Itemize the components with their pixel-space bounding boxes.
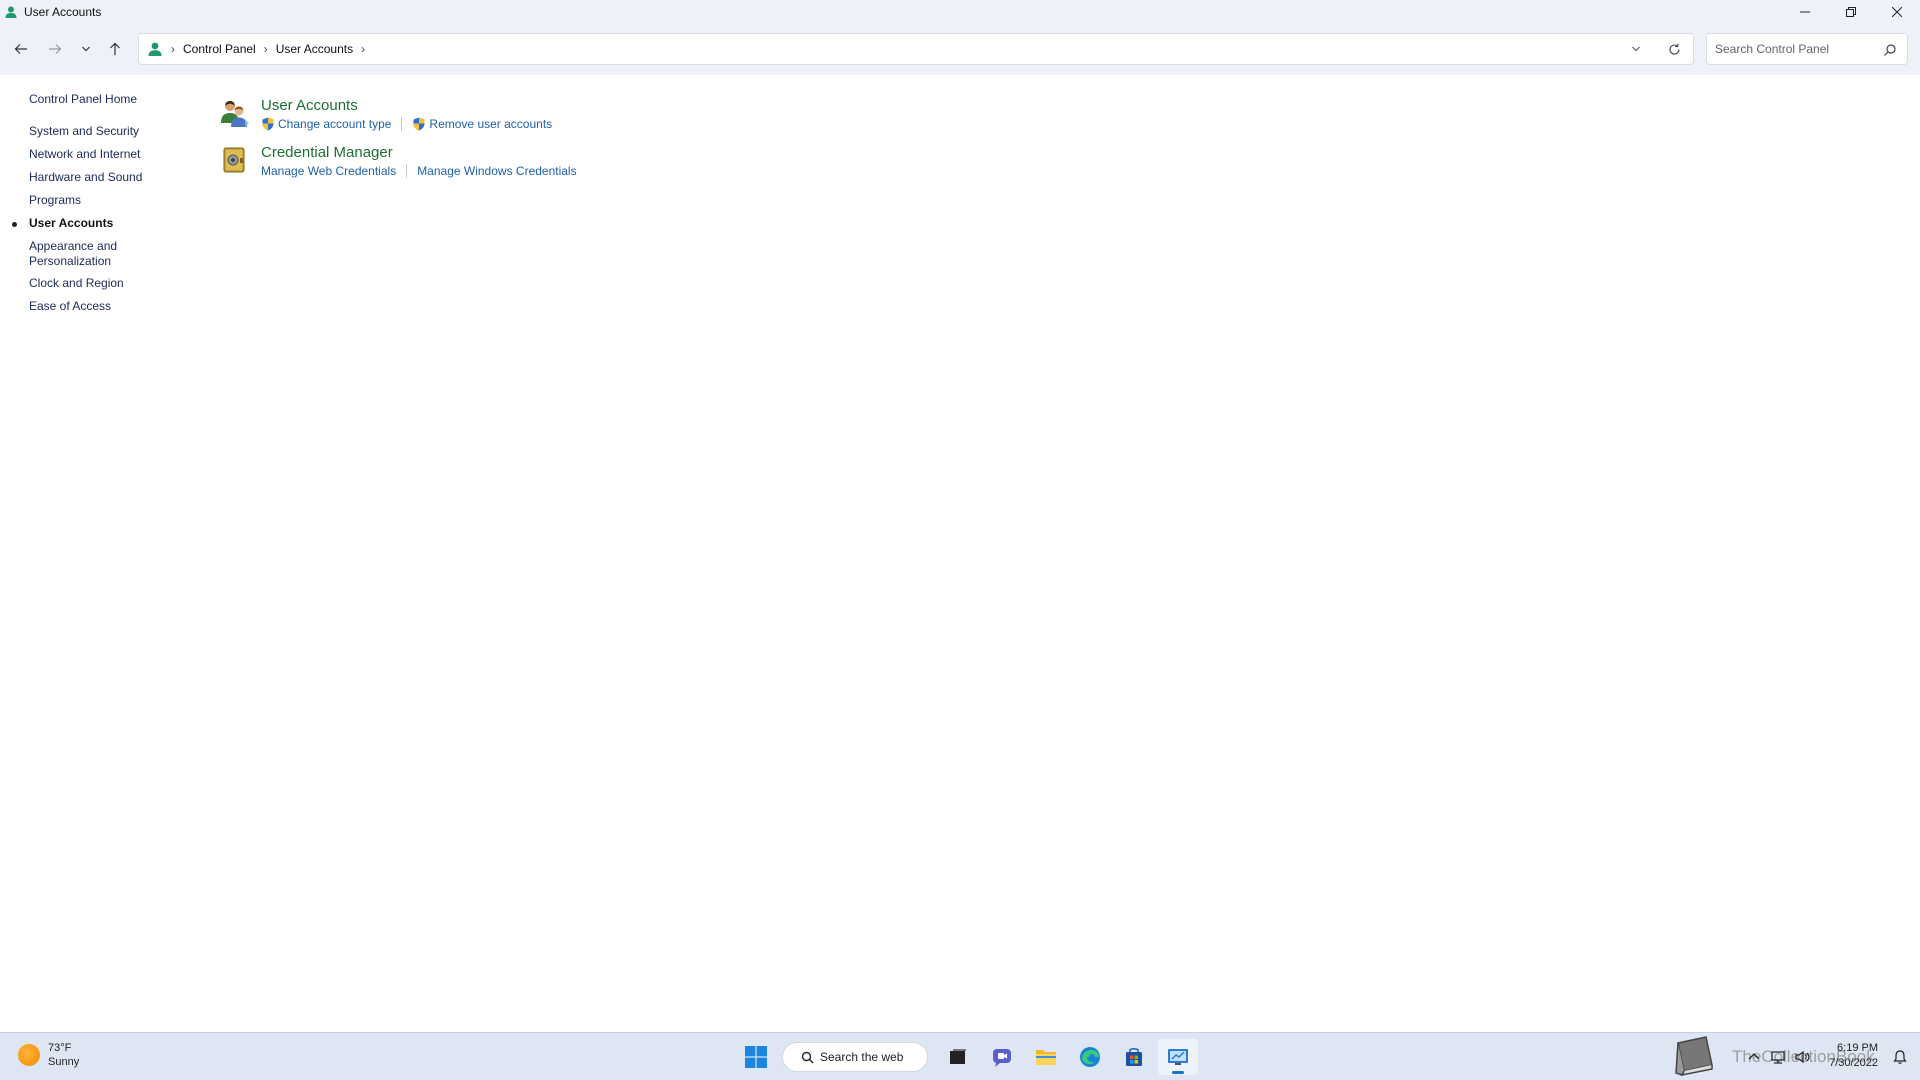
control-panel-icon [1168, 1049, 1188, 1065]
teams-chat-button[interactable] [982, 1039, 1022, 1075]
microsoft-store-button[interactable] [1114, 1039, 1154, 1075]
refresh-icon [1668, 43, 1680, 55]
address-bar-controls [1617, 34, 1693, 64]
breadcrumb-separator[interactable]: › [264, 42, 268, 56]
users-icon[interactable] [218, 97, 250, 129]
windows-logo-icon [745, 1046, 767, 1068]
store-icon [1126, 1048, 1142, 1066]
weather-text: 73°F Sunny [48, 1041, 79, 1069]
link-divider [401, 117, 403, 131]
change-account-type-link[interactable]: Change account type [261, 117, 391, 131]
forward-button[interactable] [43, 37, 67, 61]
close-button[interactable] [1874, 0, 1920, 23]
taskbar-clock[interactable]: 6:19 PM 7/30/2022 [1829, 1041, 1878, 1071]
user-accounts-icon [5, 6, 17, 18]
sidebar-item-programs[interactable]: Programs [29, 193, 169, 208]
window-controls [1782, 0, 1920, 23]
start-button[interactable] [736, 1039, 776, 1075]
credential-manager-task-links: Manage Web Credentials Manage Windows Cr… [261, 164, 577, 178]
arrow-right-icon [49, 44, 62, 54]
search-box[interactable] [1706, 33, 1908, 65]
user-accounts-title-link[interactable]: User Accounts [261, 97, 358, 114]
user-accounts-task-links: Change account type Remove user accounts [261, 117, 552, 131]
restore-icon [1846, 6, 1856, 17]
user-accounts-icon [148, 42, 162, 56]
credential-vault-icon[interactable] [218, 144, 250, 176]
recent-locations-button[interactable] [74, 37, 98, 61]
refresh-button[interactable] [1655, 34, 1693, 64]
remove-user-accounts-link[interactable]: Remove user accounts [412, 117, 552, 131]
system-tray: TheCollectionBook 6:19 PM 7/30/2022 [1660, 1033, 1920, 1080]
taskbar-search-label: Search the web [820, 1050, 904, 1064]
credential-manager-title-link[interactable]: Credential Manager [261, 144, 393, 161]
manage-web-credentials-link[interactable]: Manage Web Credentials [261, 164, 396, 178]
folder-icon [1036, 1050, 1056, 1065]
clock-time: 6:19 PM [1837, 1042, 1878, 1054]
volume-icon[interactable] [1794, 1049, 1810, 1065]
sidebar-item-appearance-and-personalization[interactable]: Appearance and Personalization [29, 239, 169, 269]
taskbar: 73°F Sunny Search the web TheCollectionB… [0, 1032, 1920, 1080]
sidebar-item-hardware-and-sound[interactable]: Hardware and Sound [29, 170, 169, 185]
weather-temperature: 73°F [48, 1042, 72, 1054]
chevron-down-icon [82, 46, 90, 52]
title-bar: User Accounts [0, 0, 1920, 23]
uac-shield-icon [413, 117, 425, 131]
sidebar-item-user-accounts[interactable]: User Accounts [29, 216, 169, 231]
restore-button[interactable] [1828, 0, 1874, 23]
arrow-left-icon [14, 44, 27, 54]
chat-icon [993, 1049, 1011, 1067]
remove-user-accounts-label: Remove user accounts [429, 117, 553, 131]
active-category-bullet [12, 222, 17, 227]
task-view-button[interactable] [938, 1039, 978, 1075]
manage-windows-credentials-link[interactable]: Manage Windows Credentials [417, 164, 576, 178]
chevron-down-icon [1632, 46, 1640, 52]
breadcrumb-separator[interactable]: › [361, 42, 365, 56]
sidebar-item-system-and-security[interactable]: System and Security [29, 124, 169, 139]
close-icon [1892, 6, 1902, 17]
edge-icon [1080, 1047, 1100, 1067]
breadcrumb-user-accounts[interactable]: User Accounts [276, 42, 353, 56]
minimize-icon [1800, 11, 1810, 12]
up-button[interactable] [103, 37, 127, 61]
breadcrumb-separator[interactable]: › [171, 42, 175, 56]
sidebar-item-ease-of-access[interactable]: Ease of Access [29, 299, 169, 314]
weather-condition: Sunny [48, 1056, 80, 1068]
task-view-icon [950, 1049, 966, 1064]
sidebar-item-clock-and-region[interactable]: Clock and Region [29, 276, 169, 291]
minimize-button[interactable] [1782, 0, 1828, 23]
file-explorer-button[interactable] [1026, 1039, 1066, 1075]
taskbar-apps: Search the web [736, 1039, 1202, 1075]
window-title: User Accounts [24, 4, 102, 19]
search-input[interactable] [1715, 41, 1875, 57]
change-account-type-label: Change account type [278, 117, 392, 131]
weather-widget[interactable]: 73°F Sunny [18, 1041, 79, 1069]
link-divider [406, 164, 408, 178]
taskbar-search[interactable]: Search the web [782, 1042, 928, 1072]
sidebar-item-network-and-internet[interactable]: Network and Internet [29, 147, 169, 162]
control-panel-home-link[interactable]: Control Panel Home [29, 92, 137, 106]
edge-browser-button[interactable] [1070, 1039, 1110, 1075]
clock-date: 7/30/2022 [1829, 1057, 1878, 1069]
back-button[interactable] [9, 37, 33, 61]
notification-bell-icon[interactable] [1892, 1049, 1908, 1065]
control-panel-taskbar-button[interactable] [1158, 1039, 1198, 1075]
breadcrumb-control-panel[interactable]: Control Panel [183, 42, 256, 56]
chevron-up-icon[interactable] [1746, 1049, 1762, 1065]
sun-icon [18, 1044, 40, 1066]
search-icon[interactable] [1883, 43, 1897, 57]
search-icon [801, 1051, 814, 1063]
arrow-up-icon [110, 42, 120, 55]
network-icon[interactable] [1770, 1049, 1786, 1065]
address-history-button[interactable] [1617, 34, 1655, 64]
book-watermark-icon [1675, 1036, 1713, 1077]
address-bar[interactable]: › Control Panel › User Accounts › [138, 33, 1694, 65]
navigation-bar: › Control Panel › User Accounts › [0, 23, 1920, 75]
uac-shield-icon [262, 117, 274, 131]
